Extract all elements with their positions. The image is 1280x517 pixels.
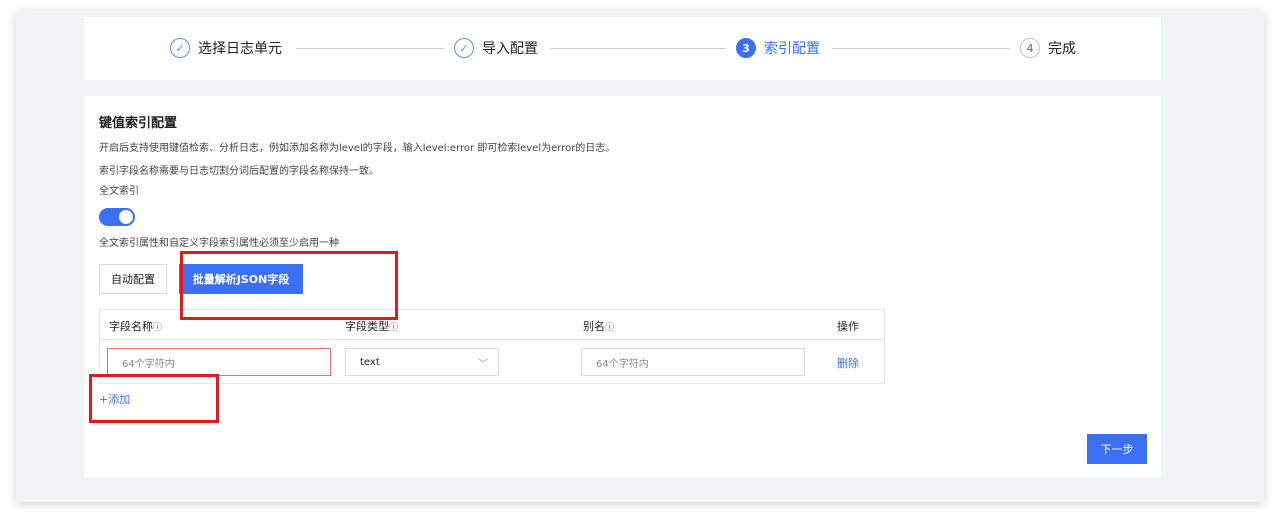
highlight-box-batch-json <box>180 251 398 320</box>
step-connector <box>296 48 444 49</box>
steps-bar: ✓ 选择日志单元 ✓ 导入配置 3 索引配置 4 完成 <box>84 17 1161 80</box>
delete-row-link[interactable]: 删除 <box>837 355 859 371</box>
auto-config-button[interactable]: 自动配置 <box>99 264 167 294</box>
field-name-input[interactable]: 64个字符内 <box>107 348 331 376</box>
step-label: 索引配置 <box>764 41 820 57</box>
fulltext-toggle[interactable] <box>99 208 135 226</box>
next-step-button[interactable]: 下一步 <box>1087 434 1147 464</box>
step-select-log-unit[interactable]: ✓ 选择日志单元 <box>170 37 282 59</box>
info-icon[interactable]: ⓘ <box>605 323 614 333</box>
check-icon: ✓ <box>170 38 190 58</box>
step-index-config[interactable]: 3 索引配置 <box>736 37 820 59</box>
field-type-select[interactable]: text ﹀ <box>345 348 499 376</box>
section-description: 开启后支持使用键值检索、分析日志，例如添加名称为level的字段，输入level… <box>99 143 616 154</box>
column-header-field-type: 字段类型ⓘ <box>345 320 399 333</box>
step-number-badge: 3 <box>736 38 756 58</box>
step-label: 导入配置 <box>482 41 538 57</box>
column-header-alias: 别名ⓘ <box>583 320 615 333</box>
step-label: 完成 <box>1048 41 1076 57</box>
column-header-field-name: 字段名称ⓘ <box>109 320 163 333</box>
step-label: 选择日志单元 <box>198 41 282 57</box>
field-table: 字段名称ⓘ 字段类型ⓘ 别名ⓘ 操作 64个字符内 text ﹀ 64个字符内 … <box>99 309 885 384</box>
section-note: 索引字段名称需要与日志切割分词后配置的字段名称保持一致。 <box>99 166 379 177</box>
fulltext-label: 全文索引 <box>99 186 139 197</box>
info-icon[interactable]: ⓘ <box>389 323 398 333</box>
alias-input[interactable]: 64个字符内 <box>581 348 805 376</box>
field-type-value: text <box>360 356 380 368</box>
step-finish[interactable]: 4 完成 <box>1020 37 1076 59</box>
info-icon[interactable]: ⓘ <box>153 323 162 333</box>
highlight-box-add <box>89 374 219 423</box>
step-number-badge: 4 <box>1020 38 1040 58</box>
fulltext-hint: 全文索引属性和自定义字段索引属性必须至少启用一种 <box>99 238 339 249</box>
step-import-config[interactable]: ✓ 导入配置 <box>454 37 538 59</box>
toggle-knob <box>119 210 133 224</box>
chevron-down-icon: ﹀ <box>478 359 488 370</box>
column-header-action: 操作 <box>837 320 859 333</box>
step-connector <box>832 48 1010 49</box>
step-connector <box>550 48 726 49</box>
check-icon: ✓ <box>454 38 474 58</box>
section-title: 键值索引配置 <box>99 116 178 131</box>
